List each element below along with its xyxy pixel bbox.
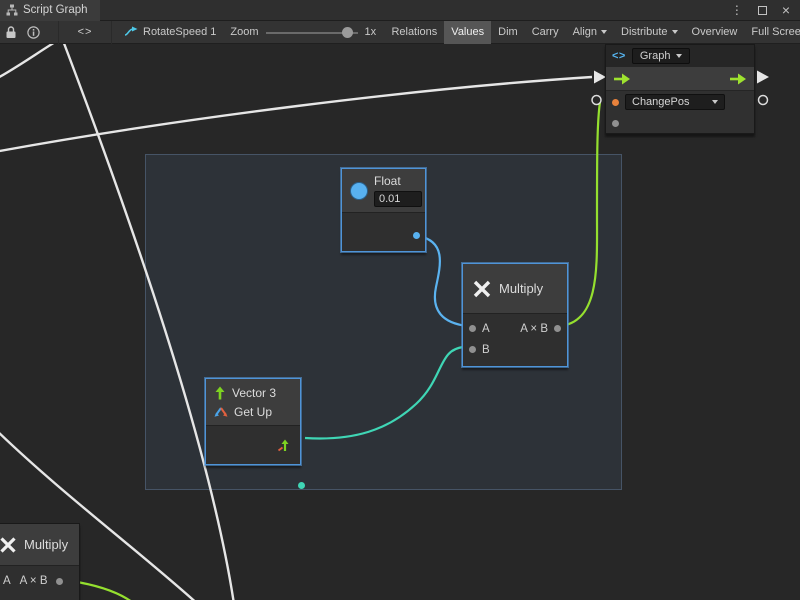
partial-multiply-header[interactable]: Multiply <box>0 524 79 566</box>
vector-operation-label: Get Up <box>234 405 272 419</box>
variable-kind-dropdown[interactable]: Graph <box>632 48 691 64</box>
variable-kind-row: <> Graph <box>606 45 754 67</box>
variable-name-row: ChangePos <box>606 91 754 113</box>
edge-white-top-left[interactable] <box>0 38 62 80</box>
vector-node-body <box>206 426 300 464</box>
values-button[interactable]: Values <box>444 21 491 44</box>
multiply-node-header[interactable]: Multiply <box>463 264 567 314</box>
node-multiply-partial[interactable]: Multiply A A × B <box>0 523 80 600</box>
vector-node-header[interactable]: Vector 3 Get Up <box>206 379 300 426</box>
axis-gizmo-icon <box>277 439 290 452</box>
control-out-arrow-icon[interactable] <box>729 73 747 85</box>
multiply-icon <box>0 536 17 554</box>
toolbar-buttons: Relations Values Dim Carry Align Distrib… <box>384 21 800 44</box>
window-title: Script Graph <box>23 4 88 16</box>
variable-value-port[interactable] <box>612 120 619 127</box>
zoom-label: Zoom <box>230 26 258 38</box>
close-icon[interactable]: × <box>782 3 790 17</box>
value-port-right-circle[interactable] <box>759 96 768 105</box>
zoom-slider-handle[interactable] <box>342 27 353 38</box>
tab-script-graph[interactable]: Script Graph <box>0 0 100 21</box>
window-controls: ⋮ × <box>731 3 800 17</box>
control-port-out-triangle[interactable] <box>757 71 769 84</box>
distribute-button[interactable]: Distribute <box>614 21 684 44</box>
node-set-variable[interactable]: <> Graph ChangePos <box>605 44 755 134</box>
float-node-header[interactable]: Float <box>342 169 425 213</box>
script-graph-window: Float Multiply A A × B B <box>0 0 800 600</box>
float-node-body <box>342 213 425 251</box>
variable-value-row <box>606 113 754 133</box>
multiply-input-a-label: A <box>482 323 490 335</box>
partial-multiply-body: A A × B <box>0 566 79 596</box>
edge-white-into-set-variable[interactable] <box>0 77 592 152</box>
multiply-row-a: A A × B <box>463 318 567 339</box>
lock-button[interactable] <box>0 21 22 44</box>
variable-name-dropdown[interactable]: ChangePos <box>625 94 725 110</box>
multiply-output-label: A × B <box>520 323 548 335</box>
control-flow-row <box>606 67 754 91</box>
control-in-arrow-icon[interactable] <box>613 73 631 85</box>
chevron-down-icon <box>676 54 682 58</box>
titlebar: Script Graph ⋮ × <box>0 0 800 21</box>
variable-kind-label: Graph <box>640 50 671 62</box>
partial-multiply-title: Multiply <box>24 537 68 552</box>
vector3-up-arrow-icon <box>214 386 226 400</box>
chevron-down-icon <box>601 30 607 34</box>
inspect-button[interactable] <box>22 21 44 44</box>
graph-name-label: RotateSpeed 1 <box>143 26 216 38</box>
chevron-down-icon <box>712 100 718 104</box>
partial-multiply-output-label: A × B <box>20 575 48 587</box>
script-graph-icon <box>6 4 18 16</box>
multiply-output-port[interactable] <box>554 325 561 332</box>
fullscreen-button[interactable]: Full Screen <box>744 21 800 44</box>
vector-output-port[interactable] <box>298 482 305 489</box>
multiply-node-body: A A × B B <box>463 314 567 366</box>
overview-button[interactable]: Overview <box>685 21 745 44</box>
edge-getup-to-multiply-b[interactable] <box>305 347 464 438</box>
zoom-value-label: 1x <box>365 26 377 38</box>
float-type-icon <box>351 183 367 199</box>
value-port-left-circle[interactable] <box>592 96 601 105</box>
chevron-down-icon <box>672 30 678 34</box>
variable-name-value: ChangePos <box>632 96 690 108</box>
node-vector3-get-up[interactable]: Vector 3 Get Up <box>205 378 301 465</box>
toolbar: <> RotateSpeed 1 Zoom 1x Relations Value… <box>0 21 800 44</box>
transform-icon <box>214 406 228 418</box>
multiply-row-b: B <box>463 339 567 360</box>
code-view-button[interactable]: <> <box>58 21 112 44</box>
zoom-slider[interactable] <box>266 21 358 44</box>
partial-multiply-output-port[interactable] <box>56 578 63 585</box>
carry-button[interactable]: Carry <box>525 21 566 44</box>
info-icon <box>27 26 40 39</box>
partial-multiply-input-a-label: A <box>3 575 11 587</box>
graph-breadcrumb[interactable]: RotateSpeed 1 <box>112 26 224 38</box>
maximize-icon[interactable] <box>758 6 767 15</box>
window-menu-icon[interactable]: ⋮ <box>731 4 743 16</box>
lock-icon <box>5 25 17 39</box>
zoom-control: Zoom 1x <box>224 21 382 44</box>
multiply-input-b-port[interactable] <box>469 346 476 353</box>
dim-button[interactable]: Dim <box>491 21 525 44</box>
edge-white-diagonal[interactable] <box>62 38 234 600</box>
multiply-input-a-port[interactable] <box>469 325 476 332</box>
graph-asset-icon <box>124 26 138 38</box>
edge-partial-multiply-output[interactable] <box>71 581 132 600</box>
float-node-title: Float <box>374 174 401 188</box>
vector-node-title: Vector 3 <box>232 386 276 400</box>
align-button[interactable]: Align <box>566 21 614 44</box>
relations-button[interactable]: Relations <box>384 21 444 44</box>
multiply-input-b-label: B <box>482 344 490 356</box>
variable-name-port[interactable] <box>612 99 619 106</box>
code-icon: <> <box>612 50 626 62</box>
float-value-input[interactable] <box>374 191 422 207</box>
multiply-icon <box>472 279 492 299</box>
node-float[interactable]: Float <box>341 168 426 252</box>
multiply-node-title: Multiply <box>499 281 543 296</box>
node-multiply[interactable]: Multiply A A × B B <box>462 263 568 367</box>
float-output-port[interactable] <box>413 232 420 239</box>
